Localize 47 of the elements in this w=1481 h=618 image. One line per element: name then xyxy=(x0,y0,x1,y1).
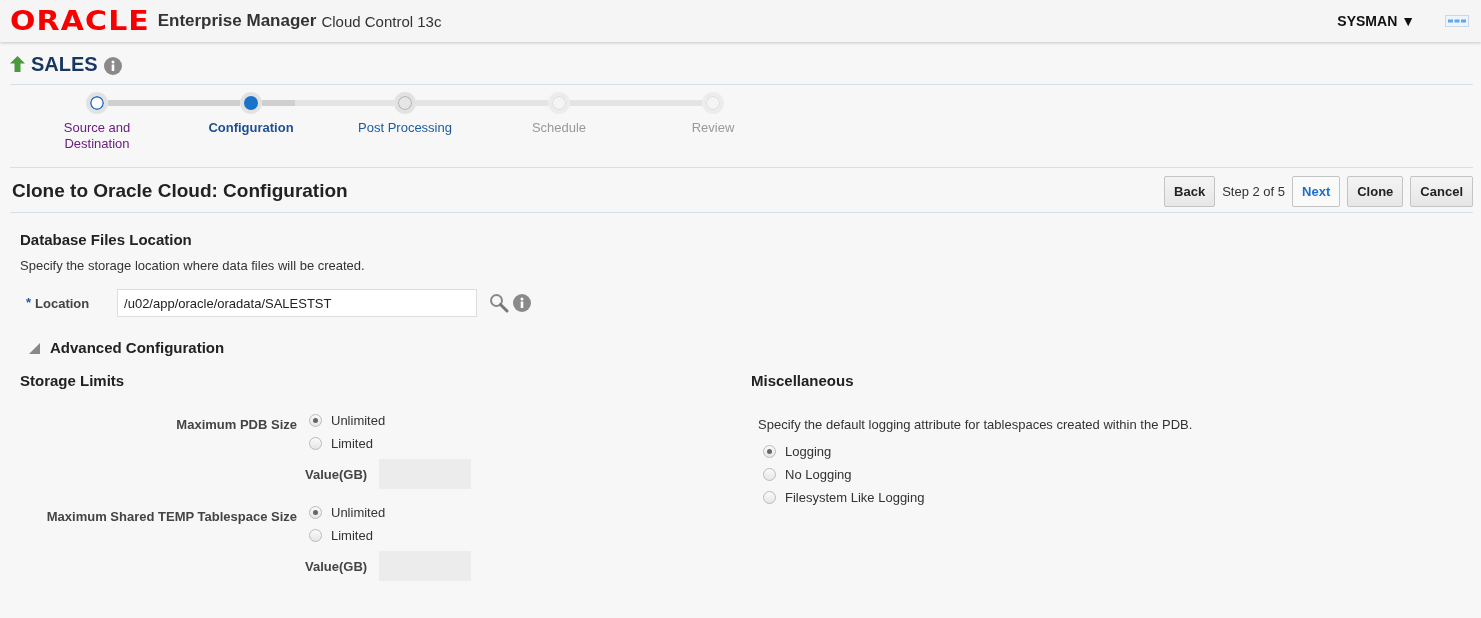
step-indicator: Step 2 of 5 xyxy=(1222,183,1286,199)
train-stop-icon[interactable] xyxy=(86,92,108,114)
radio-label: Filesystem Like Logging xyxy=(785,490,925,505)
section-description: Specify the default logging attribute for tablespaces created within the PDB. xyxy=(758,417,1193,432)
section-description: Specify the storage location where data files will be created. xyxy=(20,258,366,273)
train-stop-icon[interactable] xyxy=(240,92,262,114)
next-button[interactable]: Next xyxy=(1292,175,1341,207)
radio-button[interactable] xyxy=(309,506,322,519)
radio-button[interactable] xyxy=(763,491,776,504)
required-mark: * xyxy=(26,295,32,310)
radio-label: Unlimited xyxy=(331,413,386,428)
product-title: Enterprise Manager xyxy=(157,11,317,31)
section-heading: Storage Limits xyxy=(20,372,126,389)
radio-button[interactable] xyxy=(763,445,776,458)
radio-button[interactable] xyxy=(309,414,322,427)
radio-button[interactable] xyxy=(763,468,776,481)
train-stop-link[interactable]: Source and Destination xyxy=(57,120,137,152)
info-icon[interactable] xyxy=(103,57,122,75)
location-field[interactable]: /u02/app/oracle/oradata/SALESTST xyxy=(117,289,478,317)
info-icon[interactable] xyxy=(513,294,532,312)
field-label: Value(GB) xyxy=(305,466,368,482)
cancel-button[interactable]: Cancel xyxy=(1410,175,1473,207)
page-title: Clone to Oracle Cloud: Configuration xyxy=(12,180,348,202)
advanced-configuration-toggle[interactable]: Advanced Configuration xyxy=(50,339,225,356)
section-heading: Database Files Location xyxy=(20,231,193,248)
radio-label: No Logging xyxy=(785,467,852,482)
section-heading: Miscellaneous xyxy=(751,372,855,389)
field-label: Location xyxy=(35,295,91,311)
train-stop-link[interactable]: Post Processing xyxy=(350,120,460,136)
radio-label: Limited xyxy=(331,528,373,543)
target-name: SALES xyxy=(31,52,98,76)
search-icon[interactable] xyxy=(489,293,510,313)
user-menu[interactable]: SYSMAN ▼ xyxy=(1337,13,1415,29)
radio-label: Unlimited xyxy=(331,505,386,520)
field-label: Maximum Shared TEMP Tablespace Size xyxy=(45,509,297,526)
clone-button[interactable]: Clone xyxy=(1347,175,1404,207)
field-label: Value(GB) xyxy=(305,558,368,574)
radio-label: Limited xyxy=(331,436,373,451)
more-icon[interactable] xyxy=(1445,15,1469,27)
field-label: Maximum PDB Size xyxy=(175,417,297,434)
radio-button[interactable] xyxy=(309,529,322,542)
radio-button[interactable] xyxy=(309,437,322,450)
radio-label: Logging xyxy=(785,444,832,459)
disclosure-triangle-icon[interactable] xyxy=(28,341,40,354)
back-button[interactable]: Back xyxy=(1164,175,1216,207)
train-stop-link[interactable]: Configuration xyxy=(196,120,306,136)
product-edition: Cloud Control 13c xyxy=(321,12,442,30)
